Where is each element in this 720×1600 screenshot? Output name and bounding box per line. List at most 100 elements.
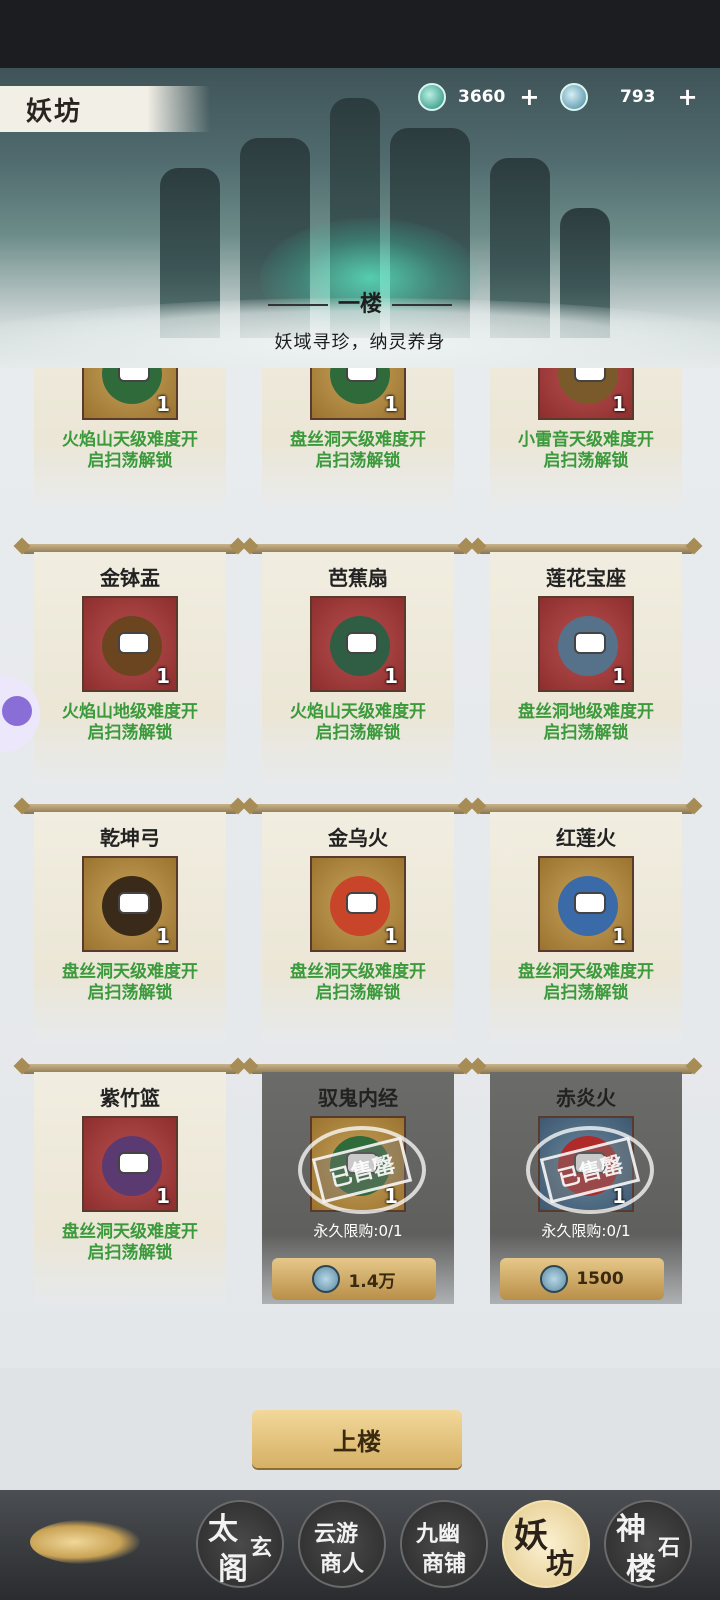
- unlock-line-1: 火焰山地级难度开: [62, 702, 198, 722]
- nav-label: 神: [616, 1512, 646, 1547]
- purchase-limit: 永久限购:0/1: [313, 1222, 403, 1240]
- nav-label: 九幽: [416, 1521, 461, 1547]
- nav-yunyou[interactable]: 云游 商人: [298, 1500, 386, 1588]
- item-card[interactable]: 红莲火 1 盘丝洞天级难度开 启扫荡解锁: [476, 804, 696, 1044]
- unlock-condition: 火焰山地级难度开 启扫荡解锁: [30, 702, 230, 744]
- sold-out-stamp: 已售罄: [526, 1126, 654, 1214]
- currency-jade[interactable]: 3660 +: [418, 82, 539, 112]
- item-card[interactable]: 驭鬼内经 1 已售罄 永久限购:0/1 1.4万: [248, 1064, 468, 1304]
- item-icon-frame[interactable]: 1: [82, 368, 178, 420]
- item-icon-frame[interactable]: 1: [82, 596, 178, 692]
- nav-label: 石: [658, 1535, 681, 1561]
- ornament-divider: [267, 304, 328, 306]
- unlock-line-1: 火焰山天级难度开: [290, 702, 426, 722]
- unlock-line-1: 盘丝洞天级难度开: [62, 1222, 198, 1242]
- item-card[interactable]: 金钵盂 1 火焰山地级难度开 启扫荡解锁: [20, 544, 240, 784]
- unlock-line-2: 启扫荡解锁: [87, 983, 173, 1003]
- unlock-condition: 小雷音天级难度开 启扫荡解锁: [486, 430, 686, 472]
- lock-icon: [346, 632, 378, 654]
- unlock-line-1: 火焰山天级难度开: [62, 430, 198, 450]
- item-icon-frame[interactable]: 1: [310, 596, 406, 692]
- item-grid[interactable]: 1 火焰山天级难度开 启扫荡解锁 1 盘丝洞天级难度开 启扫荡解锁 1 小雷音天级难度开 启扫荡…: [0, 368, 720, 1368]
- item-name: 红莲火: [556, 826, 616, 850]
- item-card[interactable]: 1 火焰山天级难度开 启扫荡解锁: [30, 368, 230, 512]
- page-title-tag: 妖坊: [0, 86, 210, 132]
- item-quantity: 1: [156, 924, 170, 948]
- spirit-coin-icon: [560, 83, 588, 111]
- nav-shenshi[interactable]: 神 楼 石: [604, 1500, 692, 1588]
- item-icon-frame[interactable]: 1: [82, 1116, 178, 1212]
- item-icon-frame[interactable]: 1: [310, 368, 406, 420]
- item-name: 驭鬼内经: [318, 1086, 398, 1110]
- item-name: 紫竹篮: [100, 1086, 160, 1110]
- unlock-condition: 火焰山天级难度开 启扫荡解锁: [258, 702, 458, 744]
- gamepad-icon: [2, 696, 32, 726]
- item-icon-frame[interactable]: 1: [538, 368, 634, 420]
- item-name: 莲花宝座: [546, 566, 626, 590]
- add-jade-button[interactable]: +: [519, 83, 539, 111]
- item-card[interactable]: 赤炎火 1 已售罄 永久限购:0/1 1500: [476, 1064, 696, 1304]
- item-quantity: 1: [156, 392, 170, 416]
- item-name: 金乌火: [328, 826, 388, 850]
- item-icon-frame[interactable]: 1: [82, 856, 178, 952]
- sold-out-label: 已售罄: [539, 1136, 641, 1204]
- item-card[interactable]: 乾坤弓 1 盘丝洞天级难度开 启扫荡解锁: [20, 804, 240, 1044]
- currency-spirit-value: 793: [620, 87, 656, 107]
- item-icon-frame[interactable]: 1: [538, 856, 634, 952]
- price-button[interactable]: 1500: [500, 1258, 664, 1300]
- lock-icon: [346, 368, 378, 382]
- spirit-coin-icon: [312, 1265, 341, 1293]
- floor-title: 一楼: [0, 286, 720, 318]
- add-spirit-button[interactable]: +: [678, 83, 698, 111]
- unlock-line-2: 启扫荡解锁: [315, 451, 401, 471]
- lock-icon: [574, 368, 606, 382]
- item-quantity: 1: [384, 392, 398, 416]
- currency-jade-value: 3660: [458, 87, 506, 107]
- sold-out-label: 已售罄: [311, 1136, 413, 1204]
- unlock-condition: 火焰山天级难度开 启扫荡解锁: [30, 430, 230, 472]
- price-button[interactable]: 1.4万: [272, 1258, 436, 1300]
- bottom-nav: 太 阁 玄 云游 商人 九幽 商铺 妖 坊 神 楼 石: [0, 1490, 720, 1600]
- unlock-condition: 盘丝洞天级难度开 启扫荡解锁: [258, 430, 458, 472]
- currency-spirit[interactable]: 793 +: [560, 82, 698, 112]
- nav-label: 商人: [320, 1551, 365, 1577]
- item-icon-frame[interactable]: 1: [310, 856, 406, 952]
- nav-label: 云游: [314, 1521, 359, 1547]
- item-card[interactable]: 金乌火 1 盘丝洞天级难度开 启扫荡解锁: [248, 804, 468, 1044]
- item-quantity: 1: [612, 924, 626, 948]
- lock-icon: [118, 892, 150, 914]
- nav-label: 妖: [514, 1516, 548, 1556]
- item-quantity: 1: [384, 664, 398, 688]
- upstairs-button[interactable]: 上楼: [252, 1410, 462, 1468]
- item-quantity: 1: [156, 664, 170, 688]
- unlock-line-2: 启扫荡解锁: [87, 451, 173, 471]
- item-card[interactable]: 1 小雷音天级难度开 启扫荡解锁: [486, 368, 686, 512]
- item-card[interactable]: 芭蕉扇 1 火焰山天级难度开 启扫荡解锁: [248, 544, 468, 784]
- unlock-line-2: 启扫荡解锁: [87, 723, 173, 743]
- unlock-line-2: 启扫荡解锁: [543, 983, 629, 1003]
- price-value: 1500: [576, 1269, 624, 1289]
- nav-yaofang[interactable]: 妖 坊: [502, 1500, 590, 1588]
- nav-taixuan[interactable]: 太 阁 玄: [196, 1500, 284, 1588]
- item-card[interactable]: 紫竹篮 1 盘丝洞天级难度开 启扫荡解锁: [20, 1064, 240, 1304]
- lock-icon: [118, 1152, 150, 1174]
- price-value: 1.4万: [348, 1271, 396, 1292]
- item-card[interactable]: 莲花宝座 1 盘丝洞地级难度开 启扫荡解锁: [476, 544, 696, 784]
- item-name: 赤炎火: [556, 1086, 616, 1110]
- item-icon-frame[interactable]: 1: [538, 596, 634, 692]
- jade-coin-icon: [418, 83, 446, 111]
- unlock-line-1: 盘丝洞天级难度开: [62, 962, 198, 982]
- brush-stroke-decoration: [30, 1520, 140, 1564]
- unlock-condition: 盘丝洞地级难度开 启扫荡解锁: [486, 702, 686, 744]
- nav-jiuyou[interactable]: 九幽 商铺: [400, 1500, 488, 1588]
- purchase-limit: 永久限购:0/1: [541, 1222, 631, 1240]
- unlock-line-2: 启扫荡解锁: [543, 451, 629, 471]
- lock-icon: [118, 368, 150, 382]
- unlock-line-2: 启扫荡解锁: [543, 723, 629, 743]
- lock-icon: [574, 632, 606, 654]
- item-quantity: 1: [156, 1184, 170, 1208]
- ornament-divider: [392, 304, 452, 306]
- floor-title-text: 一楼: [337, 291, 382, 317]
- lock-icon: [118, 632, 150, 654]
- item-card[interactable]: 1 盘丝洞天级难度开 启扫荡解锁: [258, 368, 458, 512]
